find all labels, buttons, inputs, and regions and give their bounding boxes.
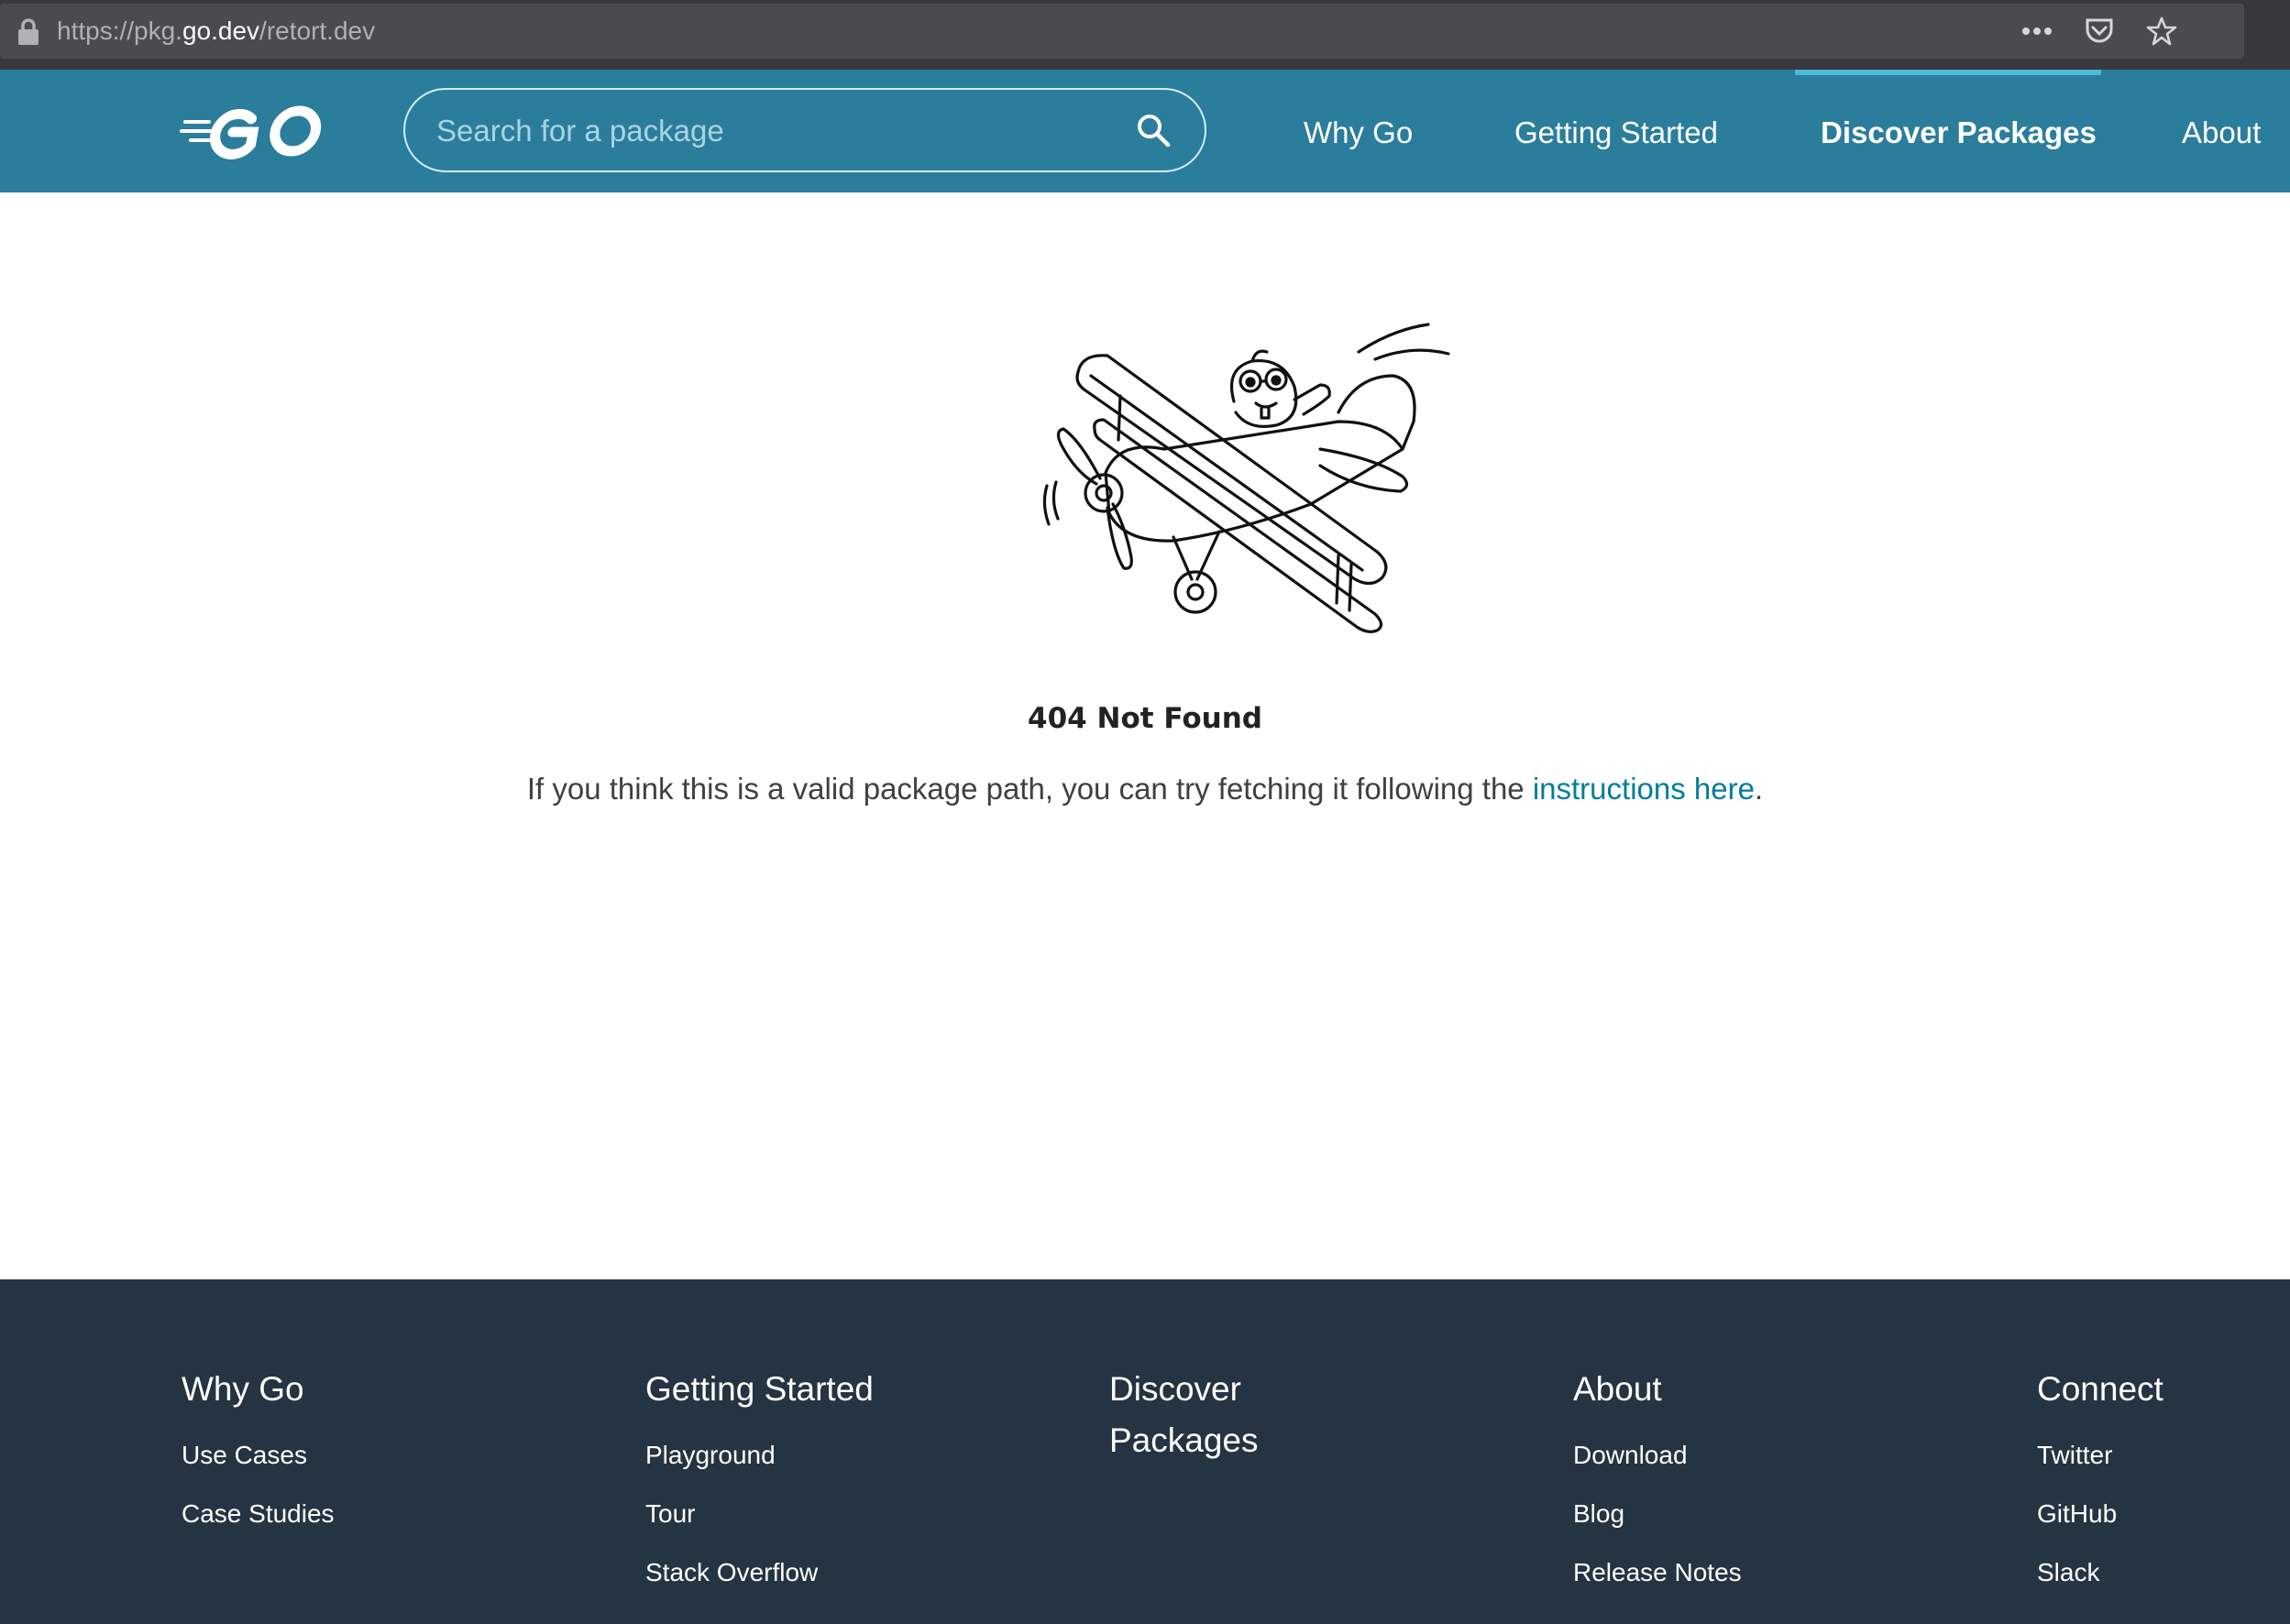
footer-link[interactable]: Playground <box>645 1426 920 1485</box>
footer-heading[interactable]: Discover Packages <box>1109 1364 1302 1466</box>
footer-column-about: About Download Blog Release Notes <box>1573 1364 1848 1602</box>
footer-heading[interactable]: Why Go <box>182 1364 457 1415</box>
nav-about[interactable]: About <box>2163 70 2290 192</box>
package-search-input[interactable]: Search for a package <box>403 88 1206 172</box>
footer-link[interactable]: Download <box>1573 1426 1848 1485</box>
site-footer: Why Go Use Cases Case Studies Getting St… <box>0 1279 2290 1624</box>
instructions-link[interactable]: instructions here <box>1533 772 1755 806</box>
bookmark-star-icon[interactable] <box>2143 13 2180 49</box>
gopher-biplane-illustration <box>1042 323 1450 633</box>
footer-heading[interactable]: Getting Started <box>645 1364 920 1415</box>
nav-discover-packages[interactable]: Discover Packages <box>1795 70 2101 192</box>
footer-column-getting-started: Getting Started Playground Tour Stack Ov… <box>645 1364 920 1602</box>
url-text[interactable]: https://pkg.go.dev/retort.dev <box>57 16 375 46</box>
nav-why-go[interactable]: Why Go <box>1283 70 1448 192</box>
footer-link[interactable]: Twitter <box>2037 1426 2257 1485</box>
search-icon[interactable] <box>1135 112 1172 148</box>
go-logo-icon[interactable] <box>180 101 334 161</box>
browser-toolbar: https://pkg.go.dev/retort.dev <box>0 0 2290 70</box>
footer-link[interactable]: Use Cases <box>182 1426 457 1485</box>
site-header: Search for a package Why Go Getting Star… <box>0 70 2290 192</box>
footer-column-connect: Connect Twitter GitHub Slack <box>2037 1364 2257 1602</box>
search-placeholder: Search for a package <box>436 114 724 148</box>
footer-link[interactable]: Case Studies <box>182 1485 457 1543</box>
footer-link[interactable]: Tour <box>645 1485 920 1543</box>
footer-link[interactable]: GitHub <box>2037 1485 2257 1543</box>
lock-icon <box>18 18 39 45</box>
footer-column-discover-packages: Discover Packages <box>1109 1364 1302 1477</box>
nav-getting-started[interactable]: Getting Started <box>1494 70 1769 192</box>
not-found-message: If you think this is a valid package pat… <box>526 772 1764 806</box>
pocket-icon[interactable] <box>2081 13 2118 49</box>
more-actions-icon[interactable] <box>2019 13 2055 49</box>
footer-column-why-go: Why Go Use Cases Case Studies <box>182 1364 457 1543</box>
footer-link[interactable]: Release Notes <box>1573 1543 1848 1602</box>
address-bar[interactable]: https://pkg.go.dev/retort.dev <box>0 4 2244 59</box>
footer-link[interactable]: Blog <box>1573 1485 1848 1543</box>
footer-link[interactable]: Stack Overflow <box>645 1543 920 1602</box>
page-title: 404 Not Found <box>1028 702 1262 735</box>
footer-link[interactable]: Slack <box>2037 1543 2257 1602</box>
footer-heading[interactable]: Connect <box>2037 1364 2257 1415</box>
footer-heading[interactable]: About <box>1573 1364 1848 1415</box>
